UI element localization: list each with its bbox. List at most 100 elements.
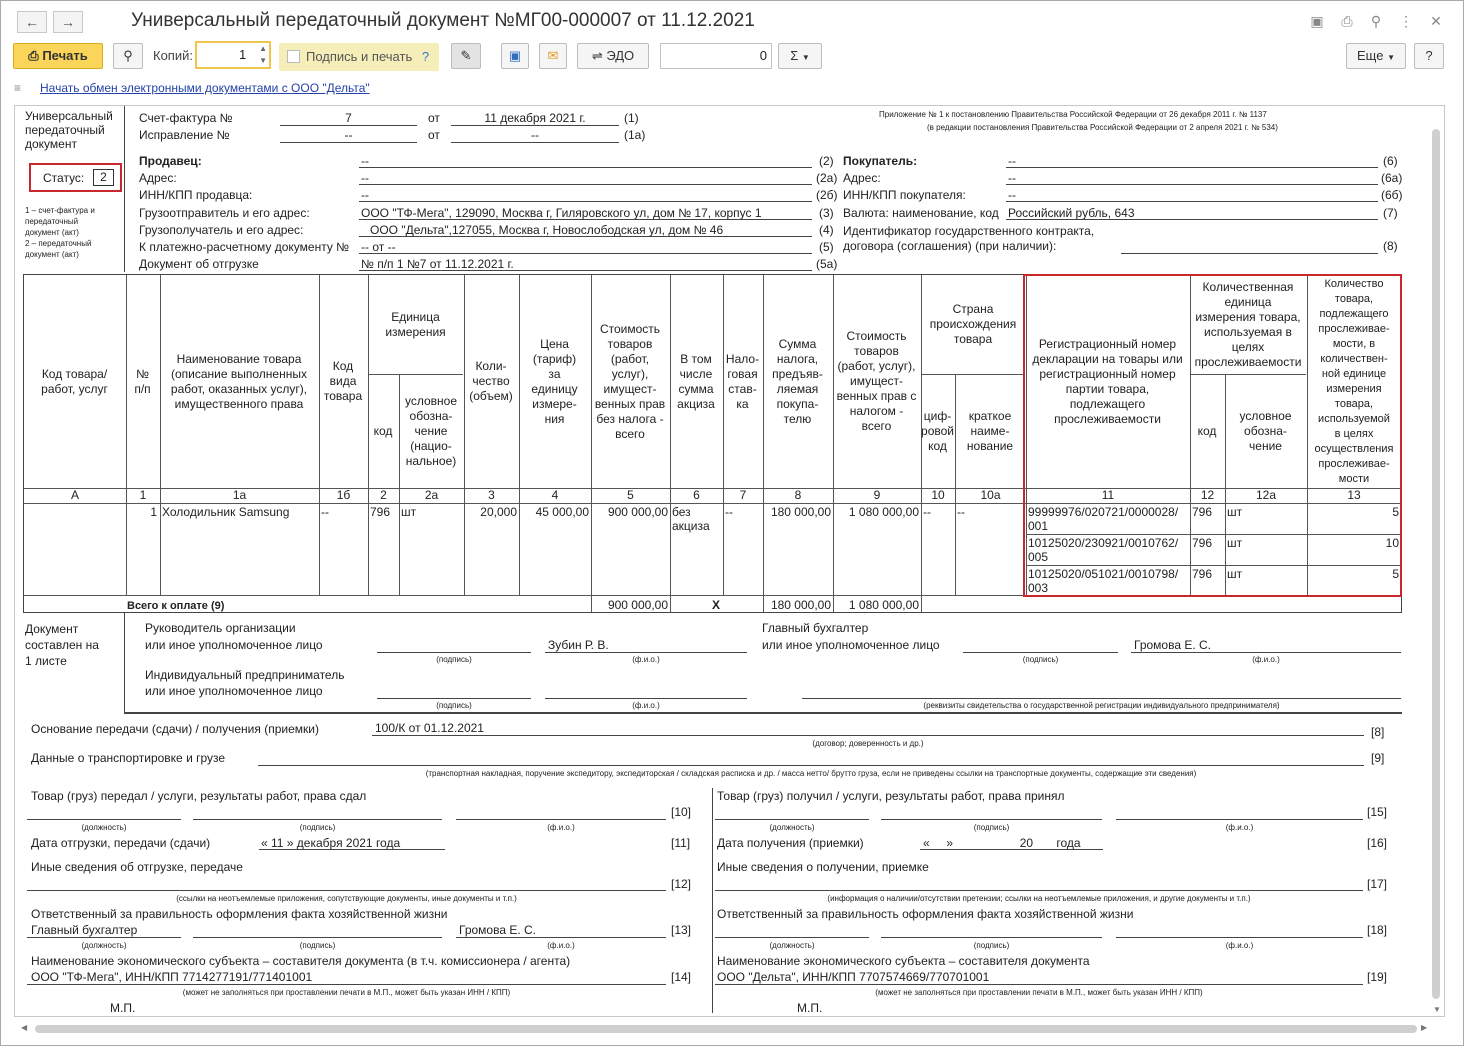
row-num-6b: (6б) (1381, 188, 1403, 202)
sum-dropdown-button[interactable]: Σ ▼ (778, 43, 822, 69)
row-num-12: [12] (671, 877, 692, 891)
th-excise: В том числе сумма акциза (677, 351, 715, 411)
caption-fio: (ф.и.о.) (547, 823, 575, 832)
line (372, 735, 1364, 736)
entity2-label: Наименование экономического субъекта – с… (717, 954, 1090, 968)
preview-button[interactable]: ⚲ (113, 43, 143, 69)
grid-line (921, 595, 922, 612)
email-button[interactable]: ✉ (539, 43, 567, 69)
shipment-doc-label: Документ об отгрузке (139, 257, 259, 271)
row-num-2a: (2а) (816, 171, 838, 185)
checkbox-icon[interactable] (287, 50, 300, 63)
row-num-14: [14] (671, 970, 692, 984)
signature-stamp-button[interactable]: ✎ (451, 43, 481, 69)
line (359, 253, 812, 254)
line (963, 652, 1118, 653)
line (259, 849, 445, 850)
grid-line (160, 275, 161, 595)
caption-fio: (ф.и.о.) (1225, 941, 1254, 950)
payment-doc-label: К платежно-расчетному документу № (139, 240, 350, 254)
caption-dolzh: (должность) (769, 823, 815, 832)
th-country-name: краткое наиме- нование (966, 409, 1014, 453)
line (1121, 253, 1378, 254)
save-file-button[interactable]: ▣ (501, 43, 529, 69)
other-recv-note: (информация о наличии/отсутствии претенз… (827, 894, 1251, 903)
grid-line (723, 275, 724, 595)
edo-button[interactable]: ⇌ ЭДО (577, 43, 649, 69)
caption-fio: (ф.и.о.) (632, 655, 660, 664)
consignee-label: Грузополучатель и его адрес: (139, 223, 304, 237)
seller-inn: -- (361, 188, 369, 202)
stamp-place-2: М.П. (797, 1001, 823, 1015)
shipper-label: Грузоотправитель и его адрес: (139, 206, 310, 220)
more-button[interactable]: Еще ▼ (1346, 43, 1406, 69)
ship-date-label: Дата отгрузки, передачи (сдачи) (31, 836, 211, 850)
stepper-arrows-icon[interactable]: ▲ ▼ (259, 43, 267, 67)
status-value[interactable]: 2 (93, 169, 114, 186)
basis-note: (договор; доверенность и др.) (812, 739, 924, 748)
line (27, 984, 666, 985)
th-kind: Код вида товара (323, 359, 363, 403)
caption-podpis: (подпись) (973, 941, 1010, 950)
th-country: Страна происхождения товара (929, 302, 1017, 346)
horizontal-scrollbar[interactable] (35, 1025, 1417, 1033)
document-window: ← → Универсальный передаточный документ … (0, 0, 1464, 1046)
index-cell: 9 (873, 488, 881, 502)
line (456, 937, 666, 938)
buyer-label: Покупатель: (843, 154, 918, 168)
shipment-doc-value: № п/п 1 №7 от 11.12.2021 г. (361, 257, 514, 271)
traceability-highlight (1023, 274, 1402, 597)
printer-icon[interactable]: ⎙ (1338, 12, 1356, 30)
grid-line (833, 595, 834, 612)
line (124, 712, 1402, 714)
appendix-line-2: (в редакции постановления Правительства … (927, 123, 1278, 132)
scroll-down-icon[interactable]: ▼ (1433, 1005, 1441, 1014)
cell-name: Холодильник Samsung (162, 505, 290, 519)
buyer-value: -- (1008, 154, 1016, 168)
other-ship-note: (ссылки на неотъемлемые приложения, сопу… (176, 894, 517, 903)
other-ship-label: Иные сведения об отгрузке, передаче (31, 860, 243, 874)
forward-arrow-icon[interactable]: → (53, 11, 83, 33)
buyer-inn: -- (1008, 188, 1016, 202)
grid-line (464, 275, 465, 595)
basis-label: Основание передачи (сдачи) / получения (… (31, 722, 319, 736)
preview-icon[interactable]: ⚲ (1367, 12, 1385, 30)
grid-line (921, 275, 922, 595)
upd-printable-form: Универсальный передаточный документ Стат… (14, 105, 1445, 1017)
resp2-label: Ответственный за правильность оформления… (717, 907, 1134, 921)
index-cell: 1 (139, 488, 147, 502)
caption-podpis: (подпись) (973, 823, 1010, 832)
index-cell: 6 (693, 488, 700, 502)
line (881, 819, 1102, 820)
vertical-scrollbar[interactable] (1432, 129, 1440, 999)
print-button[interactable]: ⎙ Печать (13, 43, 103, 69)
copies-input[interactable]: 1 ▲ ▼ (195, 41, 271, 69)
grid-line (399, 374, 400, 595)
sign-and-print-toggle[interactable]: Подпись и печать ? (279, 43, 439, 71)
back-arrow-icon[interactable]: ← (17, 11, 47, 33)
cell-unit-name: шт (401, 505, 417, 519)
more-vertical-icon[interactable]: ⋮ (1397, 12, 1415, 30)
edo-exchange-link[interactable]: Начать обмен электронными документами с … (40, 81, 370, 95)
save-icon[interactable]: ▣ (1308, 12, 1326, 30)
resp-position: Главный бухгалтер (31, 923, 138, 937)
line (715, 890, 1363, 891)
close-icon[interactable]: ✕ (1427, 12, 1445, 30)
recv-date-label: Дата получения (приемки) (717, 836, 864, 850)
help-icon[interactable]: ? (422, 49, 429, 64)
row-num-6a: (6а) (1381, 171, 1403, 185)
recv-date-value: « » 20 года (923, 836, 1081, 850)
scroll-right-icon[interactable]: ▶ (1421, 1023, 1427, 1032)
line (359, 167, 812, 168)
entity2-note: (может не заполняться при проставлении п… (875, 988, 1203, 997)
line (377, 652, 531, 653)
shipper-value: ООО "ТФ-Мега", 129090, Москва г, Гиляров… (361, 206, 762, 220)
scroll-left-icon[interactable]: ◀ (21, 1023, 27, 1032)
seller-label: Продавец: (139, 154, 202, 168)
cell-tax: 180 000,00 (770, 505, 831, 519)
line (280, 142, 417, 143)
help-button[interactable]: ? (1414, 43, 1444, 69)
grid-line (670, 275, 671, 595)
row-num-2b: (2б) (816, 188, 838, 202)
line (27, 819, 181, 820)
